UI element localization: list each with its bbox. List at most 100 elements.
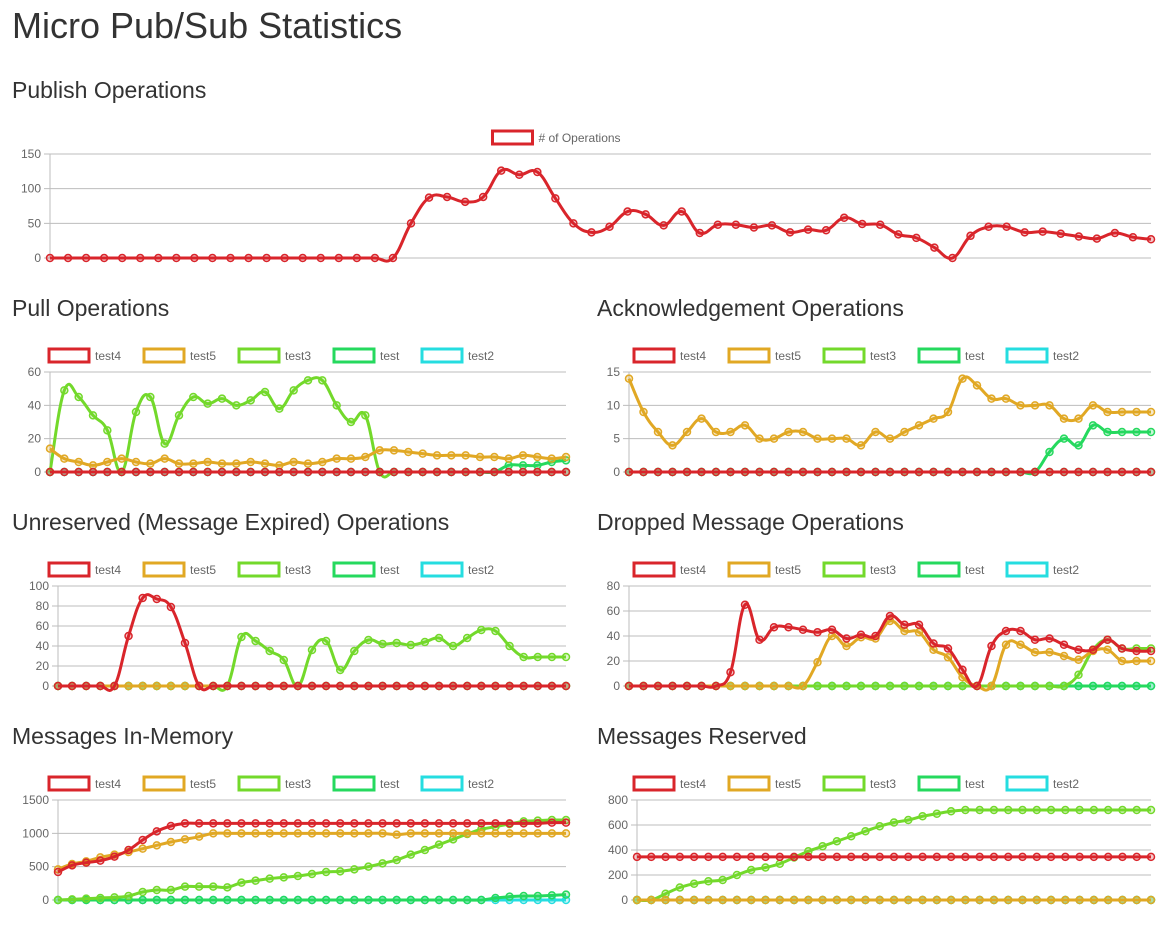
data-point	[798, 427, 808, 437]
data-point	[154, 253, 163, 263]
data-point	[375, 446, 384, 455]
data-point	[856, 441, 866, 450]
legend-swatch-test	[332, 561, 376, 578]
data-point	[946, 852, 956, 862]
data-point	[392, 895, 401, 905]
data-point	[307, 829, 317, 838]
data-point	[1117, 407, 1127, 417]
data-point	[321, 867, 331, 877]
data-point	[561, 681, 571, 691]
data-point	[1146, 852, 1156, 862]
data-point	[789, 895, 799, 905]
data-point	[515, 170, 524, 180]
data-point	[237, 819, 246, 828]
data-point	[279, 873, 289, 882]
data-point	[798, 681, 808, 691]
legend-swatch-test4	[47, 775, 91, 792]
data-point	[551, 194, 560, 203]
data-point	[1059, 414, 1069, 423]
data-point	[96, 681, 105, 691]
data-point	[740, 421, 750, 430]
data-point	[989, 805, 999, 815]
data-point	[1018, 852, 1027, 862]
data-point	[194, 819, 204, 828]
legend-swatch-test	[917, 561, 961, 578]
legend-label: test2	[1053, 563, 1079, 577]
data-point	[885, 611, 895, 621]
y-tick-label: 0	[613, 465, 620, 479]
data-point	[67, 681, 77, 691]
data-point	[1103, 852, 1113, 862]
data-point	[914, 620, 924, 629]
data-point	[217, 394, 227, 403]
data-point	[223, 895, 232, 905]
data-point	[332, 401, 341, 410]
data-point	[303, 376, 313, 385]
data-point	[477, 625, 486, 635]
data-point	[726, 668, 735, 677]
series-line-test	[629, 423, 1151, 476]
data-point	[1132, 852, 1141, 862]
data-point	[961, 852, 970, 862]
data-point	[194, 832, 204, 841]
data-point	[131, 457, 141, 467]
data-point	[260, 467, 270, 477]
data-point	[798, 625, 808, 634]
data-point	[930, 243, 939, 252]
data-point	[378, 639, 387, 649]
data-point	[1117, 644, 1127, 653]
y-tick-label: 20	[28, 432, 42, 446]
data-point	[1088, 401, 1098, 410]
data-point	[335, 681, 345, 691]
data-point	[180, 819, 190, 828]
data-point	[704, 877, 713, 886]
legend: test4 test5 test3 test test2	[632, 775, 1079, 792]
data-point	[251, 895, 260, 905]
data-point	[1045, 467, 1054, 477]
data-point	[755, 681, 764, 691]
data-point	[346, 454, 356, 463]
data-point	[1110, 228, 1120, 238]
data-point	[929, 467, 938, 477]
legend-swatch-test3	[822, 775, 866, 792]
data-point	[961, 895, 970, 905]
data-point	[265, 646, 274, 656]
data-point	[875, 895, 884, 905]
data-point	[293, 681, 303, 691]
data-point	[1001, 626, 1011, 636]
y-tick-label: 80	[36, 599, 50, 613]
data-point	[67, 895, 77, 904]
data-point	[1132, 805, 1141, 815]
data-point	[265, 819, 274, 828]
data-point	[262, 253, 271, 263]
data-point	[932, 809, 942, 818]
data-point	[547, 891, 557, 900]
data-point	[131, 407, 141, 417]
data-point	[1059, 640, 1069, 649]
legend-swatch-test4	[47, 347, 91, 364]
data-point	[389, 467, 399, 477]
data-point	[174, 459, 184, 468]
data-point	[81, 253, 91, 263]
data-point	[533, 819, 543, 828]
legend-label: test3	[285, 777, 311, 791]
data-point	[547, 681, 557, 691]
data-point	[989, 895, 999, 905]
y-tick-label: 400	[608, 843, 628, 857]
legend-label: test4	[95, 349, 121, 363]
legend-label: test3	[870, 563, 896, 577]
data-point	[138, 887, 147, 897]
data-point	[246, 396, 255, 405]
data-point	[375, 467, 384, 477]
data-point	[378, 859, 387, 868]
data-point	[832, 837, 842, 846]
data-point	[307, 819, 317, 828]
data-point	[755, 467, 764, 477]
data-point	[675, 883, 685, 892]
data-point	[946, 807, 956, 816]
data-point	[477, 829, 486, 838]
data-point	[434, 895, 444, 905]
data-point	[442, 192, 452, 202]
data-point	[885, 434, 895, 443]
data-point	[152, 827, 162, 836]
